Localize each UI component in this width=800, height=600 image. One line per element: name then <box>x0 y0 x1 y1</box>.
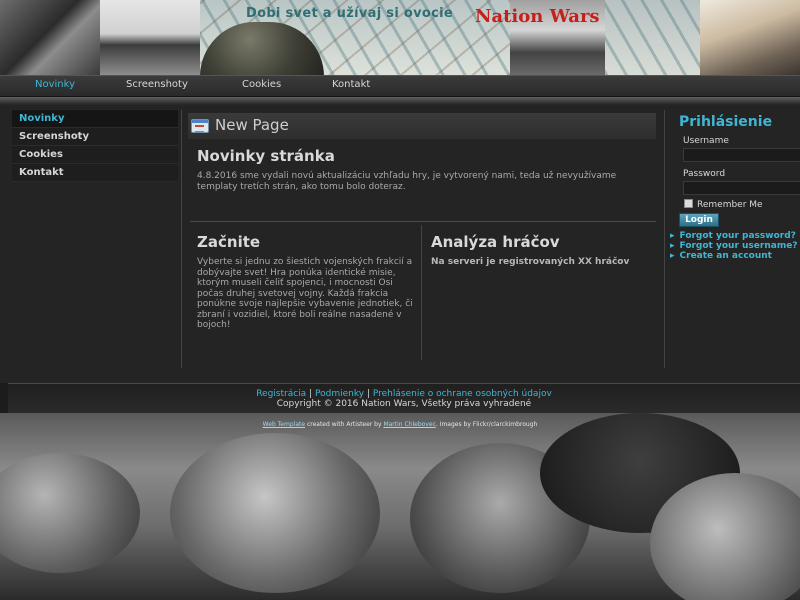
start-heading: Začnite <box>197 233 261 251</box>
footer-separator: | <box>366 389 370 399</box>
credit-text-1: created with Artisteer by <box>305 421 384 428</box>
remember-me-checkbox[interactable] <box>684 199 693 208</box>
player-analysis-heading: Analýza hráčov <box>431 233 560 251</box>
login-title: Prihlásienie <box>679 114 773 130</box>
sidebar-item-cookies[interactable]: Cookies <box>12 146 178 164</box>
sidebar-item-kontakt[interactable]: Kontakt <box>12 164 178 182</box>
credit-link-author[interactable]: Martin Chlebovec <box>383 421 435 428</box>
login-button[interactable]: Login <box>679 213 719 227</box>
password-label: Password <box>683 169 726 179</box>
helmet-shape <box>170 433 380 593</box>
login-links: Forgot your password? Forgot your userna… <box>670 231 800 261</box>
create-account-link[interactable]: Create an account <box>670 251 800 261</box>
header-slogan: Dobi svet a užívaj si ovocie <box>246 6 454 21</box>
topnav-item-kontakt[interactable]: Kontakt <box>332 79 370 90</box>
username-field[interactable] <box>683 148 800 162</box>
forgot-username-link[interactable]: Forgot your username? <box>670 241 800 251</box>
nav-shadow-divider <box>0 97 800 105</box>
section-divider <box>190 221 656 222</box>
header-banner: Dobi svet a užívaj si ovocie Nation Wars <box>0 0 800 75</box>
footer-link-podmienky[interactable]: Podmienky <box>315 389 364 399</box>
topnav-item-novinky[interactable]: Novinky <box>35 79 75 90</box>
page-title: New Page <box>215 116 289 134</box>
footer-link-registracia[interactable]: Registrácia <box>256 389 306 399</box>
remember-me: Remember Me <box>684 199 800 211</box>
footer-link-privacy[interactable]: Prehlásenie o ochrane osobných údajov <box>373 389 552 399</box>
news-text: 4.8.2016 sme vydali novú aktualizáciu vz… <box>197 171 617 192</box>
template-credit: Web Template created with Artisteer by M… <box>0 421 800 428</box>
remember-me-label: Remember Me <box>697 200 763 210</box>
helmet-shape <box>0 453 140 573</box>
player-analysis-text: Na serveri je registrovaných XX hráčov <box>431 257 630 267</box>
sidebar-item-screenshoty[interactable]: Screenshoty <box>12 128 178 146</box>
page-header: New Page <box>188 113 656 139</box>
username-label: Username <box>683 136 729 146</box>
footer-links: Registrácia | Podmienky | Prehlásenie o … <box>8 389 800 399</box>
ruined-city-tank-photo <box>700 0 800 75</box>
footer: Registrácia | Podmienky | Prehlásenie o … <box>8 383 800 413</box>
start-text: Vyberte si jednu zo šiestich vojenských … <box>197 257 413 330</box>
credit-text-2: . Images by Flickr/clarckimbrough <box>435 421 538 428</box>
sidebar-item-novinky[interactable]: Novinky <box>12 110 178 128</box>
news-heading: Novinky stránka <box>197 147 335 165</box>
column-divider <box>421 225 422 360</box>
page-icon <box>191 119 209 133</box>
credit-link-template[interactable]: Web Template <box>263 421 305 428</box>
cracked-paint-texture-right <box>605 0 700 75</box>
password-field[interactable] <box>683 181 800 195</box>
login-panel: Prihlásienie Username Password Remember … <box>670 113 800 261</box>
soldiers-photo <box>0 0 100 75</box>
sidebar-divider <box>181 110 182 368</box>
forgot-password-link[interactable]: Forgot your password? <box>670 231 800 241</box>
main-content: Novinky Screenshoty Cookies Kontakt New … <box>0 105 800 383</box>
login-divider <box>664 110 665 368</box>
top-navigation: Novinky Screenshoty Cookies Kontakt <box>0 75 800 97</box>
topnav-item-cookies[interactable]: Cookies <box>242 79 281 90</box>
tank-photo <box>100 0 200 75</box>
copyright-text: Copyright © 2016 Nation Wars, Všetky prá… <box>276 399 532 409</box>
footer-separator: | <box>309 389 313 399</box>
site-logo[interactable]: Nation Wars <box>475 6 600 27</box>
background-soldiers-photo: Web Template created with Artisteer by M… <box>0 413 800 600</box>
sidebar-menu: Novinky Screenshoty Cookies Kontakt <box>12 110 178 182</box>
topnav-item-screenshoty[interactable]: Screenshoty <box>126 79 188 90</box>
